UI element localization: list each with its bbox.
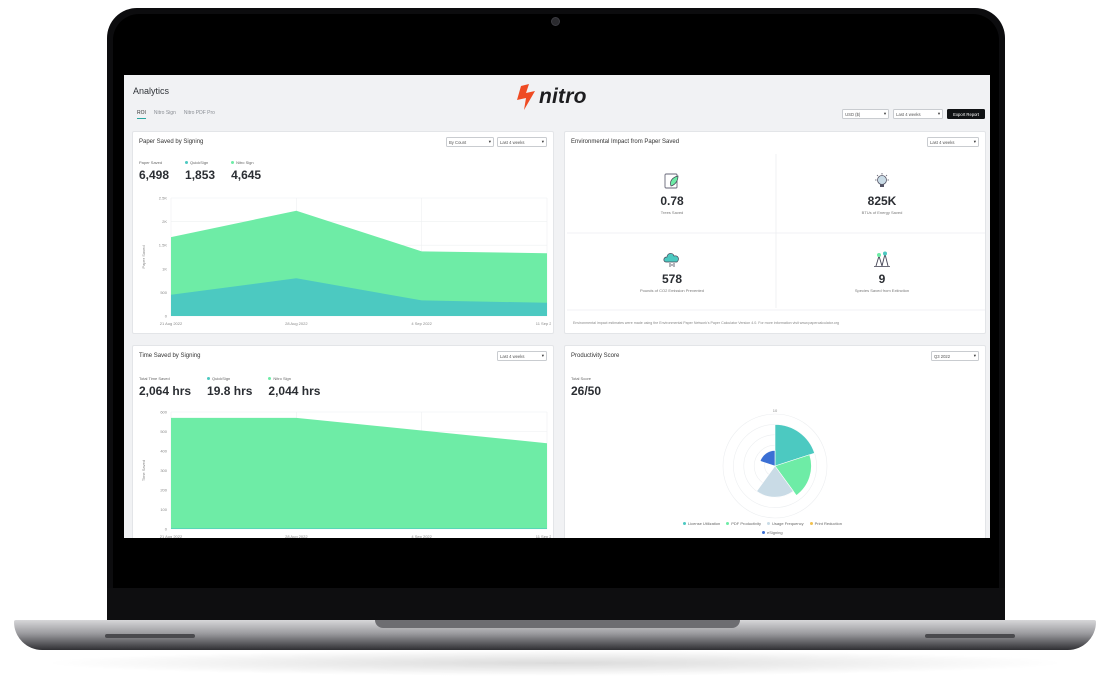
lightbulb-icon	[875, 173, 889, 187]
y-tick-label: 300	[160, 468, 167, 473]
y-tick-label: 1K	[162, 266, 167, 271]
tab-nitro-pdf-pro[interactable]: Nitro PDF Pro	[184, 110, 215, 119]
x-tick-label: 21 Aug 2022	[160, 321, 183, 326]
paper-saved-card: Paper Saved by Signing By Count ▾ Last 4 …	[132, 131, 554, 334]
time-saved-title: Time Saved by Signing	[139, 353, 201, 359]
x-tick-label: 4 Sep 2022	[411, 321, 432, 326]
paper-saved-title: Paper Saved by Signing	[139, 139, 204, 145]
nitro-logo-icon	[517, 84, 535, 110]
stat-total-time: Total Time Saved 2,064 hrs	[139, 376, 192, 398]
chevron-down-icon: ▾	[488, 139, 491, 144]
productivity-stats: Total Score 26/50	[571, 376, 601, 398]
chevron-down-icon: ▾	[883, 111, 887, 116]
series-area-quicksign	[171, 528, 547, 529]
y-tick-label: 0	[165, 527, 168, 532]
environment-grid	[567, 154, 985, 311]
laptop-bezel-bottom	[107, 588, 1005, 620]
x-tick-label: 11 Sep 2022	[536, 534, 551, 538]
x-tick-label: 21 Aug 2022	[160, 534, 183, 538]
productivity-legend-row2: eSigning	[762, 530, 783, 535]
legend-dot-quicksign	[207, 377, 211, 380]
paper-stats: Paper Saved 6,498 QuickSign 1,853 Nitro …	[139, 160, 261, 182]
stat-time-nitro-sign: Nitro Sign 2,044 hrs	[268, 376, 321, 398]
x-tick-label: 4 Sep 2022	[411, 534, 432, 538]
nitro-logo: nitro	[515, 84, 587, 110]
stat-time-quicksign: QuickSign 19.8 hrs	[207, 376, 253, 398]
env-species: 9 Species Saved from Extinction	[777, 250, 987, 293]
y-tick-label: 400	[160, 449, 167, 454]
laptop-base-notch	[375, 620, 740, 628]
legend-item-license[interactable]: License Utilization	[683, 521, 720, 526]
time-saved-card: Time Saved by Signing Last 4 weeks ▾ Tota…	[132, 345, 554, 538]
top-controls: USD ($) ▾ Last 4 weeks ▾ Export Report	[842, 109, 985, 119]
y-tick-label: 2.5K	[159, 196, 168, 201]
tree-icon	[664, 173, 679, 189]
y-tick-label: 200	[160, 488, 167, 493]
legend-item-pdf[interactable]: PDF Productivity	[726, 521, 761, 526]
y-tick-label: 100	[160, 507, 167, 512]
stat-paper-saved: Paper Saved 6,498	[139, 160, 170, 182]
polar-slice-esigning	[759, 450, 776, 467]
paper-period-select[interactable]: Last 4 weeks ▾	[497, 137, 547, 147]
time-saved-chart: 0 100 200 300 400 500 600 21 Aug 2022 28 Aug 202…	[141, 410, 551, 539]
productivity-legend: License Utilization PDF Productivity Usa…	[683, 521, 842, 526]
y-axis-label: Paper Saved	[141, 245, 146, 268]
polar-max-label: 10	[773, 408, 778, 413]
laptop-shadow	[40, 650, 1070, 676]
legend-dot-quicksign	[185, 161, 189, 164]
species-icon	[874, 251, 890, 267]
y-tick-label: 0	[165, 314, 168, 319]
currency-select[interactable]: USD ($) ▾	[842, 109, 890, 119]
nitro-logo-text: nitro	[539, 85, 587, 108]
stat-total-score: Total Score 26/50	[571, 376, 602, 398]
paper-saved-chart: 0 500 1K 1.5K 2K 2.5K 21 Aug 2022 28 Aug 2022 4 …	[141, 196, 551, 327]
x-tick-label: 11 Sep 2022	[536, 321, 551, 326]
y-tick-label: 1.5K	[159, 243, 168, 248]
analytics-screen: Analytics ROI Nitro Sign Nitro PDF Pro n…	[124, 75, 990, 538]
legend-dot-nitro-sign	[231, 161, 235, 164]
legend-item-esigning[interactable]: eSigning	[762, 530, 783, 535]
export-report-button[interactable]: Export Report	[947, 109, 985, 119]
productivity-card: Productivity Score Q3 2022 ▾ Total Score …	[564, 345, 986, 538]
environment-footnote: Environmental impact estimates were made…	[573, 321, 839, 325]
productivity-polar-chart: 10	[722, 408, 828, 519]
quarter-select[interactable]: Q3 2022 ▾	[931, 351, 979, 361]
paper-mode-select[interactable]: By Count ▾	[446, 137, 494, 147]
y-tick-label: 500	[160, 290, 167, 295]
tab-bar: ROI Nitro Sign Nitro PDF Pro	[137, 110, 215, 119]
x-tick-label: 28 Aug 2022	[285, 534, 308, 538]
laptop-mockup: Analytics ROI Nitro Sign Nitro PDF Pro n…	[0, 0, 1102, 687]
env-co2: 578 Pounds of CO2 Emission Prevented	[567, 250, 777, 293]
time-period-select[interactable]: Last 4 weeks ▾	[497, 351, 547, 361]
legend-item-usage[interactable]: Usage Frequency	[767, 521, 804, 526]
y-tick-label: 2K	[162, 219, 167, 224]
chevron-down-icon: ▾	[541, 353, 544, 358]
period-select[interactable]: Last 4 weeks ▾	[893, 109, 944, 119]
stat-quicksign: QuickSign 1,853	[185, 160, 216, 182]
legend-item-print[interactable]: Print Reduction	[809, 521, 842, 526]
laptop-foot-left	[105, 634, 195, 638]
chevron-down-icon: ▾	[973, 353, 976, 358]
co2-cloud-icon	[663, 253, 679, 267]
chevron-down-icon: ▾	[937, 111, 941, 116]
legend-dot-nitro-sign	[268, 377, 272, 380]
env-trees: 0.78 Trees Saved	[567, 172, 777, 215]
page-title: Analytics	[133, 86, 170, 96]
tab-roi[interactable]: ROI	[137, 110, 146, 119]
time-stats: Total Time Saved 2,064 hrs QuickSign 19.…	[139, 376, 320, 398]
series-area-nitro-sign	[171, 417, 547, 529]
environment-card: Environmental Impact from Paper Saved La…	[564, 131, 986, 334]
webcam-icon	[551, 17, 560, 26]
y-axis-label: Time Saved	[141, 460, 146, 481]
chevron-down-icon: ▾	[541, 139, 544, 144]
stat-nitro-sign: Nitro Sign 4,645	[231, 160, 262, 182]
tab-nitro-sign[interactable]: Nitro Sign	[154, 110, 176, 119]
y-tick-label: 600	[160, 410, 167, 415]
y-tick-label: 500	[160, 429, 167, 434]
env-energy: 825K BTUs of Energy Saved	[777, 172, 987, 215]
laptop-foot-right	[925, 634, 1015, 638]
x-tick-label: 28 Aug 2022	[285, 321, 308, 326]
productivity-title: Productivity Score	[571, 353, 620, 359]
